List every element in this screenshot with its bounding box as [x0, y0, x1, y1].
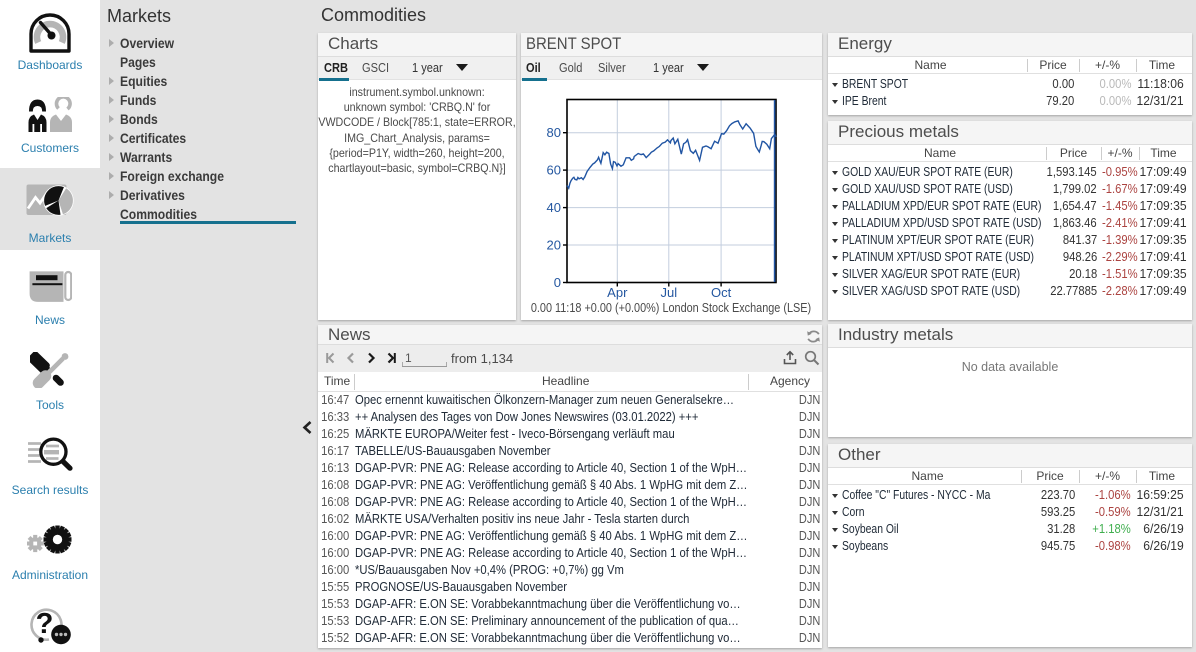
svg-text:Oct: Oct: [711, 285, 732, 300]
svg-text:0: 0: [554, 275, 561, 290]
svg-text:Apr: Apr: [607, 285, 628, 300]
svg-text:60: 60: [547, 163, 561, 178]
svg-text:80: 80: [547, 125, 561, 140]
svg-text:20: 20: [547, 238, 561, 253]
svg-text:Jul: Jul: [660, 285, 677, 300]
svg-text:40: 40: [547, 200, 561, 215]
svg-text:?: ?: [36, 608, 54, 640]
